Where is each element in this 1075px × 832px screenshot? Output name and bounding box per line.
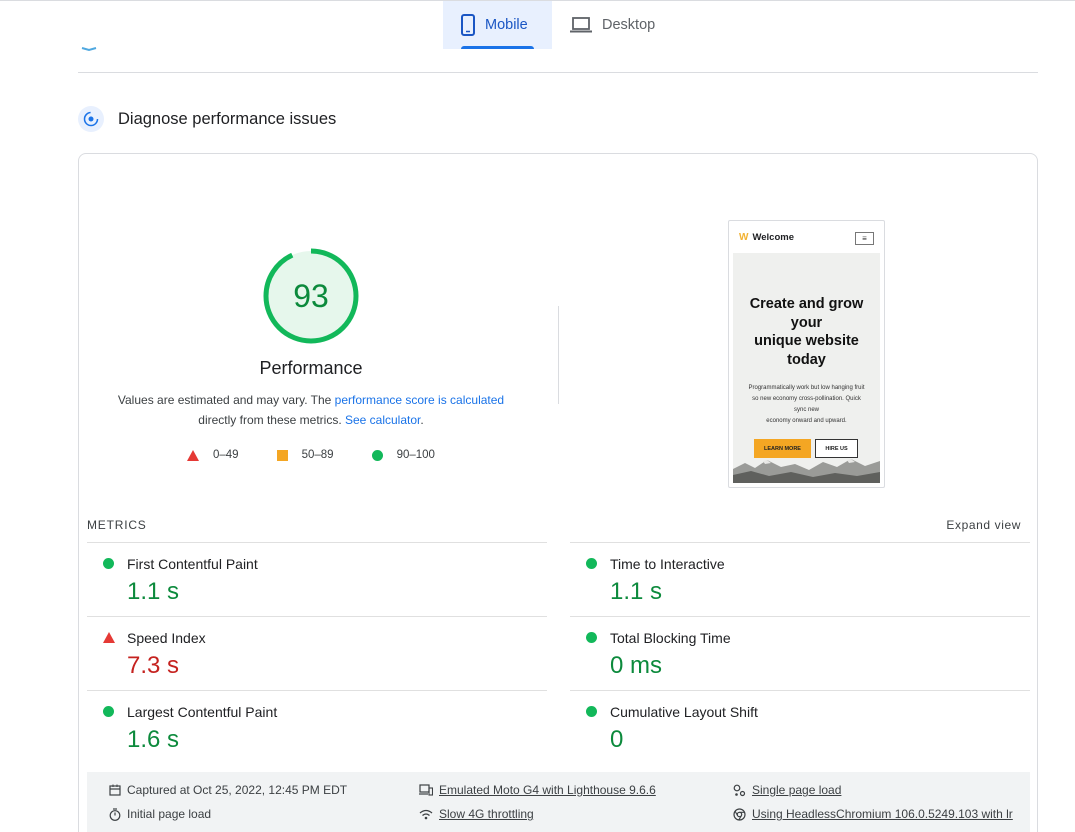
captured-at: Captured at Oct 25, 2022, 12:45 PM EDT xyxy=(109,783,347,797)
tab-desktop-label: Desktop xyxy=(602,17,656,33)
metric-total-blocking-time: Total Blocking Time 0 ms xyxy=(570,616,1030,690)
tab-desktop[interactable]: Desktop xyxy=(552,1,673,49)
captured-at-text: Captured at Oct 25, 2022, 12:45 PM EDT xyxy=(127,783,348,797)
metric-largest-contentful-paint: Largest Contentful Paint 1.6 s xyxy=(87,690,547,764)
score-note: Values are estimated and may vary. The p… xyxy=(101,390,521,430)
legend-good: 90–100 xyxy=(371,449,435,461)
pass-circle-icon xyxy=(586,706,597,717)
phone-icon xyxy=(461,14,475,36)
initial-load-text: Initial page load xyxy=(127,807,212,821)
preview-body-line: so new economy cross-pollination. Quick xyxy=(752,396,861,402)
performance-card: 93 Performance Values are estimated and … xyxy=(78,153,1038,832)
runtime-settings: Captured at Oct 25, 2022, 12:45 PM EDT I… xyxy=(87,772,1030,832)
performance-label: Performance xyxy=(259,358,363,378)
pass-circle-icon xyxy=(103,706,114,717)
tab-mobile[interactable]: Mobile xyxy=(443,1,552,49)
performance-score: 93 xyxy=(293,277,329,314)
calendar-icon xyxy=(109,784,121,796)
pass-circle-icon xyxy=(586,632,597,643)
emulated-device: Emulated Moto G4 with Lighthouse 9.6.6 xyxy=(419,783,656,797)
fail-triangle-icon xyxy=(187,449,199,461)
legend-average-label: 50–89 xyxy=(301,449,334,461)
legend-poor: 0–49 xyxy=(187,449,239,461)
preview-heading-line: your xyxy=(790,314,823,331)
hamburger-menu-icon: ≡ xyxy=(855,232,874,245)
note-middle: directly from these metrics. xyxy=(198,413,345,427)
emulated-device-link[interactable]: Emulated Moto G4 with Lighthouse 9.6.6 xyxy=(439,783,656,797)
laptop-icon xyxy=(570,17,592,33)
browser-version-link[interactable]: Using HeadlessChromium 106.0.5249.103 wi… xyxy=(752,807,1013,821)
see-calculator-link[interactable]: See calculator xyxy=(345,413,420,427)
metric-value: 0 ms xyxy=(610,652,663,679)
pass-circle-icon xyxy=(371,449,383,461)
metric-name: Speed Index xyxy=(127,630,206,646)
tab-mobile-label: Mobile xyxy=(485,17,528,33)
preview-header: W Welcome ≡ xyxy=(729,221,884,253)
metric-name: Total Blocking Time xyxy=(610,630,731,646)
metric-value: 1.6 s xyxy=(127,726,180,753)
chrome-icon xyxy=(733,807,746,821)
preview-hero: Create and grow your unique website toda… xyxy=(733,253,880,483)
note-suffix: . xyxy=(420,413,424,427)
note-prefix: Values are estimated and may vary. The xyxy=(117,393,335,407)
metric-first-contentful-paint: First Contentful Paint 1.1 s xyxy=(87,542,547,616)
average-square-icon xyxy=(276,449,288,461)
network-throttling: Slow 4G throttling xyxy=(419,807,534,821)
metric-speed-index: Speed Index 7.3 s xyxy=(87,616,547,690)
timer-icon xyxy=(109,807,121,821)
initial-load: Initial page load xyxy=(109,807,211,821)
pass-circle-icon xyxy=(103,558,114,569)
section-header: Diagnose performance issues xyxy=(78,106,336,132)
lab-data-icon xyxy=(78,106,104,132)
preview-body-line: economy onward and upward. xyxy=(766,418,847,424)
preview-brand: Welcome xyxy=(752,231,794,243)
brand-logo-icon: W xyxy=(739,231,749,243)
devices-icon xyxy=(419,784,433,796)
pass-circle-icon xyxy=(586,558,597,569)
fail-triangle-icon xyxy=(103,632,115,643)
score-legend: 0–49 50–89 90–100 xyxy=(187,449,435,461)
metric-value: 0 xyxy=(610,726,624,753)
section-title: Diagnose performance issues xyxy=(118,109,337,128)
expand-view-toggle[interactable]: Expand view xyxy=(946,518,1021,532)
sessions-icon xyxy=(733,784,746,796)
throttling-link[interactable]: Slow 4G throttling xyxy=(439,807,534,821)
single-page-load-link[interactable]: Single page load xyxy=(752,783,841,797)
score-calculated-link[interactable]: performance score is calculated xyxy=(335,393,504,407)
preview-body-line: Programmatically work but low hanging fr… xyxy=(748,385,865,391)
metric-cumulative-layout-shift: Cumulative Layout Shift 0 xyxy=(570,690,1030,764)
vertical-divider xyxy=(558,306,559,404)
metric-time-to-interactive: Time to Interactive 1.1 s xyxy=(570,542,1030,616)
metric-name: First Contentful Paint xyxy=(127,556,258,572)
legend-good-label: 90–100 xyxy=(396,449,435,461)
metric-name: Cumulative Layout Shift xyxy=(610,704,758,720)
legend-poor-label: 0–49 xyxy=(213,449,239,461)
metric-name: Time to Interactive xyxy=(610,556,725,572)
legend-average: 50–89 xyxy=(276,449,334,461)
single-page-load: Single page load xyxy=(733,783,841,797)
preview-heading-line: Create and grow xyxy=(749,296,864,312)
preview-heading-line: today xyxy=(787,351,826,368)
page-screenshot: W Welcome ≡ Create and grow your unique … xyxy=(728,220,885,488)
wifi-icon xyxy=(419,809,433,819)
preview-heading: Create and grow your unique website toda… xyxy=(733,295,880,369)
browser-version: Using HeadlessChromium 106.0.5249.103 wi… xyxy=(733,807,1013,821)
metric-value: 1.1 s xyxy=(127,578,180,605)
preview-body: Programmatically work but low hanging fr… xyxy=(737,383,876,427)
mountain-image xyxy=(733,459,880,483)
metrics-heading: METRICS xyxy=(87,518,147,532)
divider xyxy=(78,72,1038,73)
metric-value: 1.1 s xyxy=(610,578,663,605)
metric-name: Largest Contentful Paint xyxy=(127,704,278,720)
metric-value: 7.3 s xyxy=(127,652,180,679)
partial-icon xyxy=(81,47,97,52)
device-tabs: Mobile Desktop xyxy=(443,1,673,49)
preview-heading-line: unique website xyxy=(754,333,859,349)
preview-body-line: sync new xyxy=(793,407,819,413)
